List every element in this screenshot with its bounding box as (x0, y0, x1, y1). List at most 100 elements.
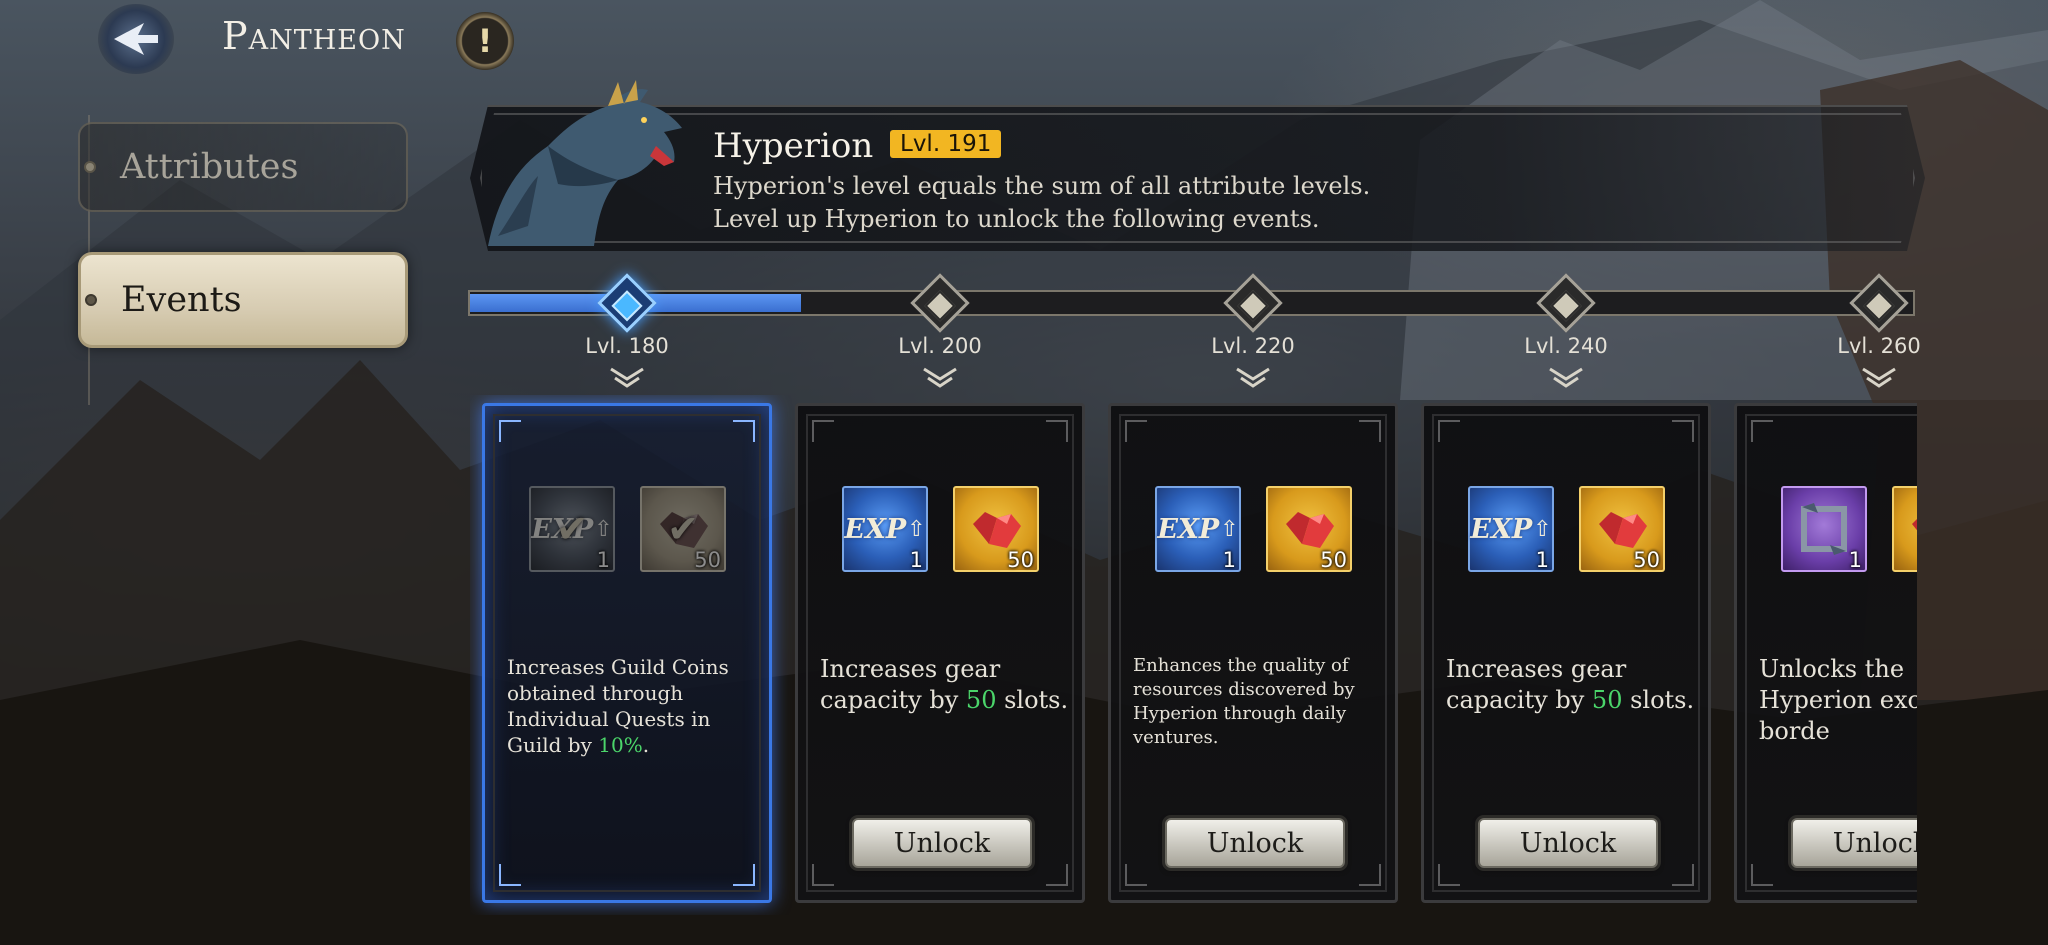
up-arrow-icon: ⇧ (1533, 516, 1552, 542)
event-card[interactable]: EXP ⇧ 1 50 Increases gear capacity by 50 slo… (795, 403, 1085, 903)
event-description: Increases gear capacity by 50 slots. (820, 654, 1070, 716)
chevron-down-icon (1862, 367, 1896, 388)
back-arrow-icon (114, 23, 158, 55)
event-description: Unlocks the Hyperion exc avatar borde (1759, 654, 1917, 747)
up-arrow-icon: ⇧ (907, 516, 926, 542)
reward-quantity: 1 (1222, 548, 1236, 572)
exp-reward-icon[interactable]: EXP ⇧ ✔ 1 (529, 486, 615, 572)
tab-label: Events (121, 280, 242, 320)
card-corner-ornament (1125, 420, 1147, 442)
page-title: Pantheon (222, 14, 406, 58)
milestone-level-label: Lvl. 240 (1524, 334, 1608, 358)
ruby-icon (973, 512, 1021, 548)
card-corner-ornament (1046, 420, 1068, 442)
tab-events[interactable]: Events (78, 252, 408, 348)
card-corner-ornament (733, 864, 755, 886)
tab-attributes[interactable]: Attributes (78, 122, 408, 212)
event-card[interactable]: EXP ⇧ 1 50 Increases gear capacity by 50 slo… (1421, 403, 1711, 903)
hero-level-badge: Lvl. 191 (890, 130, 1002, 158)
milestone-level-label: Lvl. 180 (585, 334, 669, 358)
gem-reward-icon[interactable]: 50 (1579, 486, 1665, 572)
card-corner-ornament (1125, 864, 1147, 886)
exp-label: EXP (1157, 513, 1220, 545)
event-cards-row: EXP ⇧ ✔ 1 ✔ 50 Increases Guild Coins obtained … (470, 395, 1917, 915)
card-corner-ornament (1359, 420, 1381, 442)
card-corner-ornament (812, 864, 834, 886)
gem-reward-icon[interactable] (1892, 486, 1917, 572)
reward-quantity: 50 (1007, 548, 1034, 572)
card-corner-ornament (1751, 864, 1773, 886)
ruby-icon (1912, 519, 1917, 531)
reward-quantity: 50 (694, 548, 721, 572)
hero-description-line: Hyperion's level equals the sum of all a… (713, 172, 1371, 200)
exp-label: EXP (844, 513, 907, 545)
unlock-button[interactable]: Unlock (1478, 818, 1658, 868)
card-corner-ornament (733, 420, 755, 442)
checkmark-icon: ✔ (667, 507, 699, 551)
hero-description-line: Level up Hyperion to unlock the followin… (713, 205, 1320, 233)
card-corner-ornament (1359, 864, 1381, 886)
unlock-button[interactable]: Unlock (1791, 818, 1917, 868)
ruby-icon (1599, 512, 1647, 548)
chevron-down-icon (923, 367, 957, 388)
avatar-border-reward-icon[interactable]: 1 (1781, 486, 1867, 572)
event-description: Increases gear capacity by 50 slots. (1446, 654, 1696, 716)
reward-quantity: 50 (1320, 548, 1347, 572)
ruby-icon (1286, 512, 1334, 548)
exp-reward-icon[interactable]: EXP ⇧ 1 (842, 486, 928, 572)
checkmark-icon: ✔ (556, 507, 588, 551)
event-description-text: Unlocks the Hyperion exc avatar borde (1759, 655, 1917, 745)
gem-reward-icon[interactable]: 50 (1266, 486, 1352, 572)
dragon-portrait-icon (488, 80, 682, 246)
card-corner-ornament (499, 864, 521, 886)
info-icon: ! (477, 22, 493, 60)
chevron-down-icon (610, 367, 644, 388)
event-card[interactable]: EXP ⇧ ✔ 1 ✔ 50 Increases Guild Coins obtained … (482, 403, 772, 903)
chevron-down-icon (1549, 367, 1583, 388)
reward-quantity: 1 (1535, 548, 1549, 572)
up-arrow-icon: ⇧ (1220, 516, 1239, 542)
tab-label: Attributes (120, 147, 299, 187)
reward-quantity: 50 (1633, 548, 1660, 572)
card-corner-ornament (499, 420, 521, 442)
exp-reward-icon[interactable]: EXP ⇧ 1 (1468, 486, 1554, 572)
reward-quantity: 1 (1848, 548, 1862, 572)
tab-dot-icon (84, 161, 96, 173)
event-card[interactable]: 1 Unlocks the Hyperion exc avatar borde Un… (1734, 403, 1917, 903)
info-button[interactable]: ! (456, 12, 514, 70)
event-description-value: 50 (1591, 686, 1623, 714)
reward-quantity: 1 (909, 548, 923, 572)
level-progress-track (468, 290, 1915, 316)
card-corner-ornament (1672, 864, 1694, 886)
tab-dot-icon (85, 294, 97, 306)
chevron-down-icon (1236, 367, 1270, 388)
event-description: Increases Guild Coins obtained through I… (507, 654, 757, 758)
event-description-text: Enhances the quality of resources discov… (1133, 655, 1355, 748)
milestone-level-label: Lvl. 200 (898, 334, 982, 358)
reward-quantity: 1 (596, 548, 610, 572)
back-button[interactable] (98, 4, 174, 74)
card-corner-ornament (1438, 864, 1460, 886)
up-arrow-icon: ⇧ (594, 516, 613, 542)
event-description: Enhances the quality of resources discov… (1133, 654, 1383, 750)
unlock-button[interactable]: Unlock (1165, 818, 1345, 868)
milestone-level-label: Lvl. 260 (1837, 334, 1921, 358)
event-description-text: . (642, 733, 650, 757)
exp-reward-icon[interactable]: EXP ⇧ 1 (1155, 486, 1241, 572)
gem-reward-icon[interactable]: ✔ 50 (640, 486, 726, 572)
card-corner-ornament (1438, 420, 1460, 442)
gem-reward-icon[interactable]: 50 (953, 486, 1039, 572)
card-corner-ornament (1046, 864, 1068, 886)
card-corner-ornament (812, 420, 834, 442)
avatar-frame-icon (1801, 503, 1847, 555)
card-corner-ornament (1672, 420, 1694, 442)
event-description-value: 10% (598, 733, 643, 757)
event-description-text: slots. (1622, 686, 1695, 714)
exp-label: EXP (1470, 513, 1533, 545)
event-description-text: slots. (996, 686, 1069, 714)
hero-description: Hyperion's level equals the sum of all a… (713, 170, 1813, 236)
hero-name: Hyperion (713, 126, 874, 166)
unlock-button[interactable]: Unlock (852, 818, 1032, 868)
event-card[interactable]: EXP ⇧ 1 50 Enhances the quality of resources… (1108, 403, 1398, 903)
event-description-value: 50 (965, 686, 997, 714)
